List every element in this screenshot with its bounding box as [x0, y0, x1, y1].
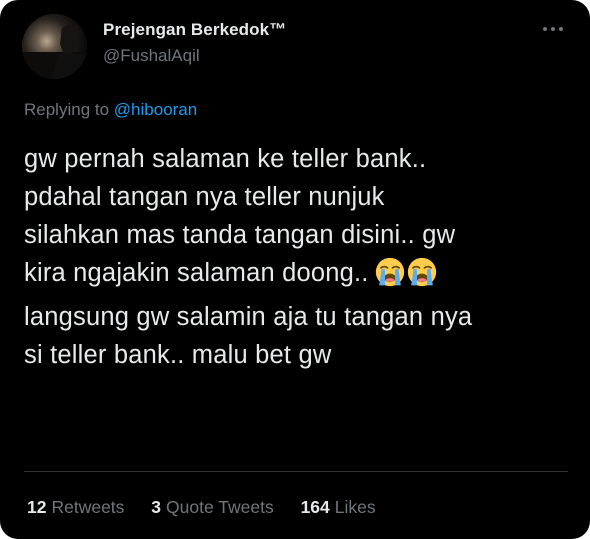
tweet-line-with-emoji: kira ngajakin salaman doong..: [24, 254, 572, 298]
more-options-icon[interactable]: [540, 19, 566, 39]
tweet-line: gw pernah salaman ke teller bank..: [24, 145, 427, 173]
loudly-crying-face-icon: [407, 257, 436, 287]
retweets-label: Retweets: [51, 497, 125, 517]
tweet-line: si teller bank.. malu bet gw: [24, 341, 332, 369]
likes-stat[interactable]: 164 Likes: [301, 497, 376, 518]
quote-tweets-count: 3: [151, 497, 162, 517]
quote-tweets-label: Quote Tweets: [166, 497, 274, 517]
tweet-line-text: kira ngajakin salaman doong..: [24, 259, 369, 287]
tweet-line: silahkan mas tanda tangan disini.. gw: [24, 221, 456, 249]
loudly-crying-face-icon: [375, 257, 404, 287]
replying-to-prefix: Replying to: [24, 100, 110, 119]
retweets-count: 12: [27, 497, 47, 517]
tweet-card: Prejengan Berkedok™ @FushalAqil Replying…: [0, 0, 590, 539]
tweet-line: pdahal tangan nya teller nunjuk: [24, 183, 385, 211]
replying-to-mention-link[interactable]: @hibooran: [114, 100, 197, 119]
avatar-image: [22, 14, 87, 79]
tweet-text: gw pernah salaman ke teller bank.. pdaha…: [24, 140, 572, 374]
emoji-group: [375, 257, 439, 298]
engagement-stats: 12 Retweets 3 Quote Tweets 164 Likes: [27, 497, 398, 518]
divider: [24, 471, 568, 472]
retweets-stat[interactable]: 12 Retweets: [27, 497, 124, 518]
author-display-name[interactable]: Prejengan Berkedok™: [103, 20, 286, 40]
quote-tweets-stat[interactable]: 3 Quote Tweets: [151, 497, 273, 518]
tweet-line: langsung gw salamin aja tu tangan nya: [24, 303, 473, 331]
author-handle[interactable]: @FushalAqil: [103, 46, 200, 66]
likes-count: 164: [300, 497, 330, 517]
replying-to: Replying to @hibooran: [24, 100, 197, 120]
likes-label: Likes: [334, 497, 376, 517]
avatar[interactable]: [22, 14, 87, 79]
